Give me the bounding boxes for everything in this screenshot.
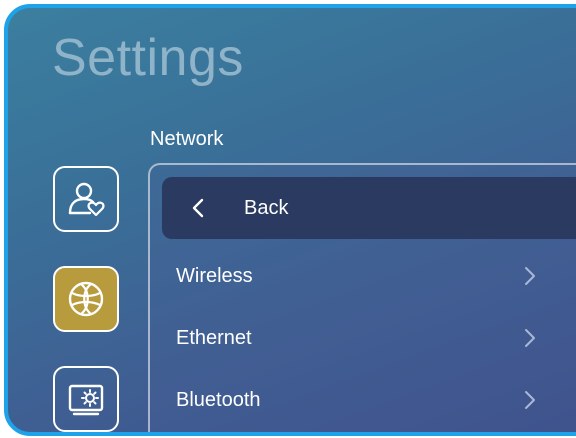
sidebar-item-network[interactable] [53, 266, 119, 332]
menu-item-label: Wireless [176, 264, 253, 287]
chevron-right-icon [525, 329, 535, 347]
page-title: Settings [52, 29, 244, 87]
section-title: Network [150, 128, 224, 150]
user-heart-icon [68, 182, 105, 217]
menu-item-wireless[interactable]: Wireless [150, 251, 550, 301]
network-panel: Back Wireless Ethernet Bluetooth [148, 163, 576, 432]
settings-screen: Settings Network Back Wireless Ethernet … [4, 4, 576, 436]
chevron-left-icon [192, 198, 204, 218]
menu-item-ethernet[interactable]: Ethernet [150, 313, 550, 363]
chevron-right-icon [525, 267, 535, 285]
sidebar-item-display-settings[interactable] [53, 366, 119, 432]
back-button[interactable]: Back [162, 177, 576, 239]
globe-icon [68, 281, 104, 317]
chevron-right-icon [525, 391, 535, 409]
menu-item-label: Ethernet [176, 326, 252, 349]
menu-item-label: Bluetooth [176, 388, 261, 411]
sidebar-item-account[interactable] [53, 166, 119, 232]
menu-item-bluetooth[interactable]: Bluetooth [150, 375, 550, 425]
display-settings-icon [68, 384, 104, 416]
back-label: Back [244, 196, 289, 219]
